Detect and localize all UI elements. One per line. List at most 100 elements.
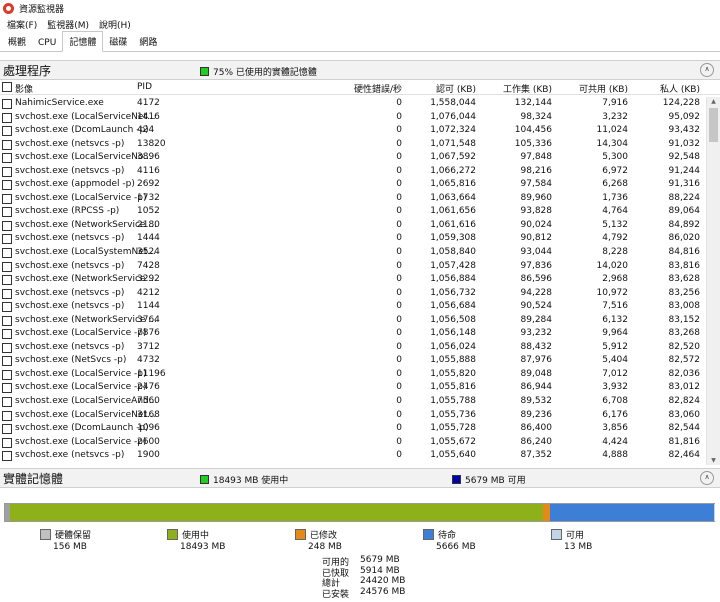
stat-label: 總計 — [322, 579, 341, 589]
row-checkbox[interactable] — [2, 315, 12, 326]
row-checkbox[interactable] — [2, 397, 12, 408]
cell-hard-faults: 0 — [396, 396, 402, 407]
row-checkbox[interactable] — [2, 261, 12, 272]
cell-image: svchost.exe (NetworkService ... — [15, 219, 157, 230]
row-checkbox[interactable] — [2, 193, 12, 204]
table-row[interactable]: svchost.exe (LocalServiceNet... 3168 0 1,05… — [0, 409, 706, 423]
tab-disk[interactable]: 磁碟 — [103, 32, 133, 51]
table-row[interactable]: svchost.exe (LocalServiceAnd... 7560 0 1,05… — [0, 395, 706, 409]
cell-hard-faults: 0 — [396, 368, 402, 379]
row-checkbox[interactable] — [2, 99, 12, 109]
tab-network[interactable]: 網路 — [133, 32, 163, 51]
cell-shareable: 1,736 — [602, 192, 628, 203]
menu-help[interactable]: 說明(H) — [94, 18, 136, 31]
row-checkbox[interactable] — [2, 383, 12, 394]
cell-shareable: 5,300 — [602, 152, 628, 163]
cell-hard-faults: 0 — [396, 450, 402, 461]
row-checkbox[interactable] — [2, 288, 12, 299]
table-row[interactable]: svchost.exe (netsvcs -p) 7428 0 1,057,428 97… — [0, 260, 706, 274]
table-row[interactable]: NahimicService.exe 4172 0 1,558,044 132,144 7… — [0, 97, 706, 111]
row-checkbox[interactable] — [2, 275, 12, 286]
row-checkbox[interactable] — [2, 424, 12, 435]
row-checkbox[interactable] — [2, 153, 12, 164]
table-row[interactable]: svchost.exe (appmodel -p) 2692 0 1,065,816 9… — [0, 178, 706, 192]
physical-memory-header[interactable]: 實體記憶體 18493 MB 使用中 5679 MB 可用 ∧ — [0, 468, 720, 488]
processes-header[interactable]: 處理程序 75% 已使用的實體記憶體 ∧ — [0, 60, 720, 80]
select-all-checkbox[interactable] — [2, 82, 12, 92]
table-row[interactable]: svchost.exe (NetworkService ... 2180 0 1,06… — [0, 219, 706, 233]
row-checkbox[interactable] — [2, 356, 12, 367]
col-image[interactable]: 影像 — [15, 82, 33, 95]
table-row[interactable]: svchost.exe (LocalService -p) 7876 0 1,056,… — [0, 327, 706, 341]
table-row[interactable]: svchost.exe (DcomLaunch -p) 1096 0 1,055,72… — [0, 422, 706, 436]
free-swatch — [551, 529, 562, 540]
row-checkbox[interactable] — [2, 139, 12, 150]
row-checkbox[interactable] — [2, 248, 12, 259]
legend-label: 硬體保留 — [55, 531, 92, 541]
table-row[interactable]: svchost.exe (netsvcs -p) 4212 0 1,056,732 94… — [0, 287, 706, 301]
col-pid[interactable]: PID — [137, 82, 152, 92]
stat-value: 24420 MB — [360, 576, 406, 586]
table-row[interactable]: svchost.exe (LocalServiceNet... 1416 0 1,07… — [0, 111, 706, 125]
scroll-thumb[interactable] — [709, 108, 718, 142]
row-checkbox[interactable] — [2, 166, 12, 177]
table-row[interactable]: svchost.exe (netsvcs -p) 1144 0 1,056,684 90… — [0, 300, 706, 314]
process-scrollbar[interactable]: ▲ ▼ — [706, 97, 720, 465]
table-row[interactable]: svchost.exe (NetworkService ... 3764 0 1,05… — [0, 314, 706, 328]
physical-memory-title: 實體記憶體 — [3, 472, 64, 486]
tab-cpu[interactable]: CPU — [32, 35, 62, 51]
col-shareable[interactable]: 可共用 (KB) — [556, 82, 628, 95]
row-checkbox[interactable] — [2, 234, 12, 245]
cell-pid: 7428 — [137, 260, 160, 271]
cell-hard-faults: 0 — [396, 355, 402, 366]
cell-working-set: 89,532 — [520, 396, 553, 407]
table-row[interactable]: svchost.exe (netsvcs -p) 1444 0 1,059,308 90… — [0, 232, 706, 246]
row-checkbox[interactable] — [2, 342, 12, 353]
table-row[interactable]: svchost.exe (LocalService -p) 11196 0 1,055… — [0, 368, 706, 382]
table-row[interactable]: svchost.exe (LocalService -p) 2476 0 1,055,… — [0, 381, 706, 395]
table-row[interactable]: svchost.exe (netsvcs -p) 4116 0 1,066,272 98… — [0, 165, 706, 179]
scroll-down-icon[interactable]: ▼ — [707, 457, 720, 464]
collapse-processes-icon[interactable]: ∧ — [700, 63, 714, 77]
table-row[interactable]: svchost.exe (DcomLaunch -p) 424 0 1,072,324… — [0, 124, 706, 138]
table-row[interactable]: svchost.exe (netsvcs -p) 3712 0 1,056,024 88… — [0, 341, 706, 355]
tab-overview[interactable]: 概觀 — [2, 32, 32, 51]
cell-working-set: 89,960 — [520, 192, 553, 203]
row-checkbox[interactable] — [2, 207, 12, 218]
col-private[interactable]: 私人 (KB) — [632, 82, 700, 95]
col-working-set[interactable]: 工作集 (KB) — [480, 82, 552, 95]
stat-row: 已快取 5914 MB — [322, 566, 405, 579]
col-hard-faults[interactable]: 硬性錯誤/秒 — [330, 82, 402, 95]
table-row[interactable]: svchost.exe (LocalService -p) 2600 0 1,055,… — [0, 436, 706, 450]
legend-label: 使用中 — [182, 531, 210, 541]
menu-monitor[interactable]: 監視器(M) — [42, 18, 94, 31]
table-row[interactable]: svchost.exe (LocalService -p) 1732 0 1,063,… — [0, 192, 706, 206]
table-row[interactable]: svchost.exe (netsvcs -p) 13820 0 1,071,548 1… — [0, 138, 706, 152]
table-row[interactable]: svchost.exe (LocalServiceNo... 3896 0 1,067… — [0, 151, 706, 165]
row-checkbox[interactable] — [2, 180, 12, 191]
table-row[interactable]: svchost.exe (NetworkService ... 3292 0 1,05… — [0, 273, 706, 287]
row-checkbox[interactable] — [2, 112, 12, 123]
table-row[interactable]: svchost.exe (RPCSS -p) 1052 0 1,061,656 93,8… — [0, 205, 706, 219]
table-row[interactable]: svchost.exe (LocalSystemNet... 3524 0 1,058… — [0, 246, 706, 260]
row-checkbox[interactable] — [2, 126, 12, 137]
cell-working-set: 89,048 — [520, 368, 553, 379]
row-checkbox[interactable] — [2, 329, 12, 340]
physical-memory-section: 實體記憶體 18493 MB 使用中 5679 MB 可用 ∧ — [0, 468, 720, 488]
memory-usage-text: 75% 已使用的實體記憶體 — [213, 68, 317, 78]
tab-memory[interactable]: 記憶體 — [62, 31, 104, 52]
menu-file[interactable]: 檔案(F) — [2, 18, 42, 31]
col-commit[interactable]: 認可 (KB) — [410, 82, 476, 95]
table-row[interactable]: svchost.exe (NetSvcs -p) 4732 0 1,055,888 87… — [0, 354, 706, 368]
collapse-memory-icon[interactable]: ∧ — [700, 471, 714, 485]
row-checkbox[interactable] — [2, 369, 12, 380]
row-checkbox[interactable] — [2, 451, 12, 462]
row-checkbox[interactable] — [2, 437, 12, 448]
scroll-up-icon[interactable]: ▲ — [707, 98, 720, 105]
cell-private: 83,012 — [668, 382, 701, 393]
row-checkbox[interactable] — [2, 220, 12, 231]
row-checkbox[interactable] — [2, 410, 12, 421]
row-checkbox[interactable] — [2, 302, 12, 313]
cell-commit: 1,071,548 — [430, 138, 476, 149]
table-row[interactable]: svchost.exe (netsvcs -p) 1900 0 1,055,640 87… — [0, 449, 706, 463]
